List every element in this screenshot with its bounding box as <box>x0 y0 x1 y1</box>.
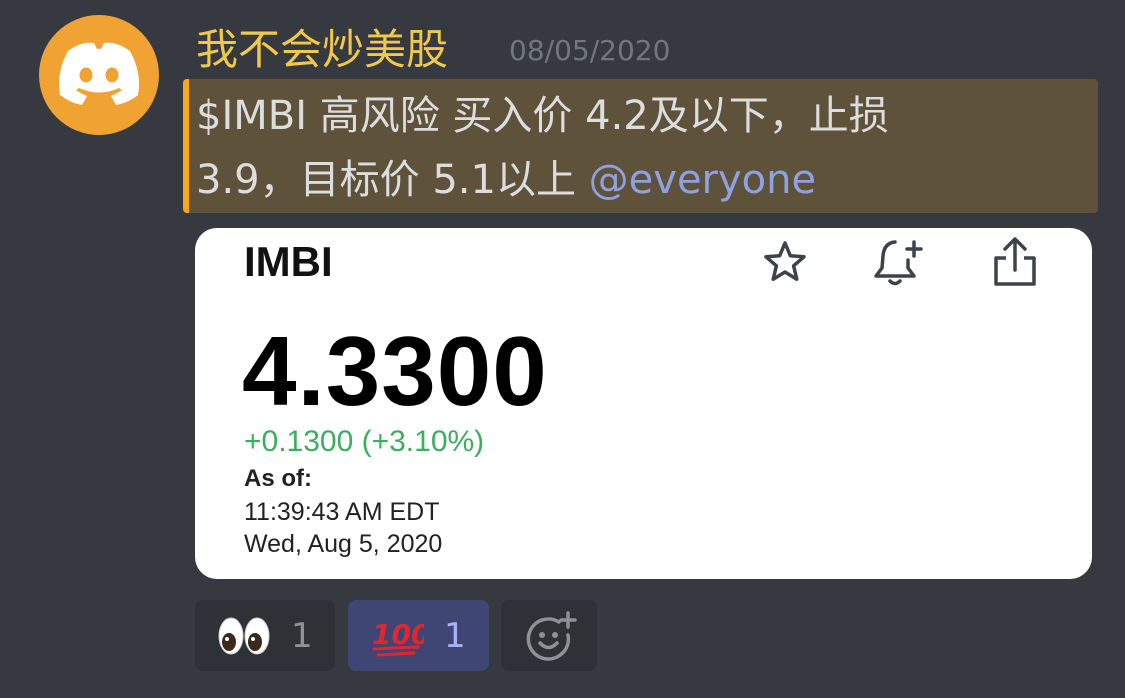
discord-logo-icon <box>59 42 139 105</box>
message-text-line1: $IMBI 高风险 买入价 4.2及以下，止损 <box>196 93 889 139</box>
everyone-mention[interactable]: @everyone <box>589 157 816 203</box>
reaction-hundred[interactable]: 100 1 <box>348 600 489 671</box>
as-of-label: As of: <box>244 465 312 492</box>
as-of-time: 11:39:43 AM EDT <box>244 498 440 526</box>
add-reaction-icon <box>526 611 577 661</box>
eyes-emoji <box>218 617 270 655</box>
author-name[interactable]: 我不会炒美股 <box>196 24 448 76</box>
reaction-count: 1 <box>444 616 466 656</box>
add-reaction-button[interactable] <box>501 600 597 671</box>
message-timestamp: 08/05/2020 <box>509 34 671 67</box>
share-icon[interactable] <box>987 234 1043 290</box>
avatar[interactable] <box>39 15 159 135</box>
stock-price: 4.3300 <box>242 316 548 426</box>
message-content: $IMBI 高风险 买入价 4.2及以下，止损 3.9，目标价 5.1以上 @ev… <box>196 84 1056 212</box>
reaction-count: 1 <box>291 616 313 656</box>
stock-quote-card[interactable]: IMBI 4.3300 +0.1300 (+3.10%) As of: 11:3… <box>195 228 1092 579</box>
star-icon[interactable] <box>757 234 813 290</box>
reaction-eyes[interactable]: 1 <box>195 600 335 671</box>
price-change: +0.1300 (+3.10%) <box>244 425 485 458</box>
stock-ticker: IMBI <box>244 238 333 285</box>
hundred-points-emoji: 100 <box>372 618 424 657</box>
bell-plus-icon[interactable] <box>871 234 927 290</box>
as-of-date: Wed, Aug 5, 2020 <box>244 530 443 558</box>
message-text-line2: 3.9，目标价 5.1以上 <box>196 157 589 203</box>
